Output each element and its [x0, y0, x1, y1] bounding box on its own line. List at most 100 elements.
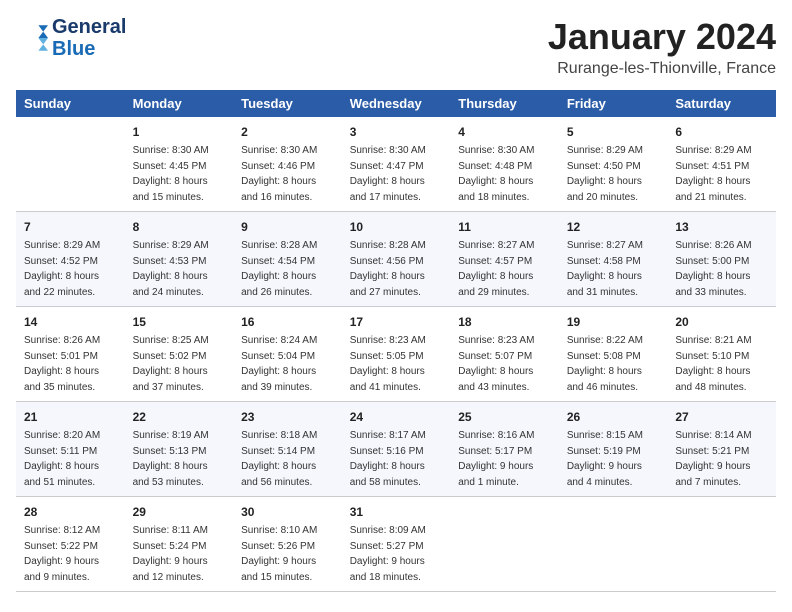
day-number: 24	[350, 408, 443, 426]
header-friday: Friday	[559, 90, 668, 117]
day-number: 26	[567, 408, 660, 426]
day-number: 22	[133, 408, 226, 426]
day-info: Sunrise: 8:29 AMSunset: 4:52 PMDaylight:…	[24, 238, 117, 300]
calendar-cell: 9 Sunrise: 8:28 AMSunset: 4:54 PMDaylight…	[233, 212, 342, 307]
day-number: 9	[241, 218, 334, 236]
day-info: Sunrise: 8:29 AMSunset: 4:51 PMDaylight:…	[675, 143, 768, 205]
header-monday: Monday	[125, 90, 234, 117]
calendar-cell: 22 Sunrise: 8:19 AMSunset: 5:13 PMDayligh…	[125, 402, 234, 497]
day-number: 18	[458, 313, 551, 331]
logo-text: General Blue	[52, 16, 126, 60]
day-number: 5	[567, 123, 660, 141]
day-info: Sunrise: 8:30 AMSunset: 4:46 PMDaylight:…	[241, 143, 334, 205]
calendar-cell: 16 Sunrise: 8:24 AMSunset: 5:04 PMDayligh…	[233, 307, 342, 402]
day-number: 6	[675, 123, 768, 141]
day-number: 1	[133, 123, 226, 141]
day-info: Sunrise: 8:30 AMSunset: 4:48 PMDaylight:…	[458, 143, 551, 205]
day-info: Sunrise: 8:25 AMSunset: 5:02 PMDaylight:…	[133, 333, 226, 395]
day-number: 2	[241, 123, 334, 141]
calendar-cell	[16, 117, 125, 212]
day-info: Sunrise: 8:27 AMSunset: 4:58 PMDaylight:…	[567, 238, 660, 300]
calendar-cell: 28Sunrise: 8:12 AMSunset: 5:22 PMDayligh…	[16, 497, 125, 592]
day-info: Sunrise: 8:09 AMSunset: 5:27 PMDaylight:…	[350, 523, 443, 585]
day-number: 12	[567, 218, 660, 236]
calendar-cell: 27Sunrise: 8:14 AMSunset: 5:21 PMDayligh…	[667, 402, 776, 497]
day-info: Sunrise: 8:12 AMSunset: 5:22 PMDaylight:…	[24, 523, 117, 585]
day-info: Sunrise: 8:24 AMSunset: 5:04 PMDaylight:…	[241, 333, 334, 395]
day-info: Sunrise: 8:11 AMSunset: 5:24 PMDaylight:…	[133, 523, 226, 585]
day-info: Sunrise: 8:18 AMSunset: 5:14 PMDaylight:…	[241, 428, 334, 490]
day-info: Sunrise: 8:15 AMSunset: 5:19 PMDaylight:…	[567, 428, 660, 490]
day-number: 3	[350, 123, 443, 141]
calendar-cell: 12 Sunrise: 8:27 AMSunset: 4:58 PMDayligh…	[559, 212, 668, 307]
day-info: Sunrise: 8:28 AMSunset: 4:56 PMDaylight:…	[350, 238, 443, 300]
day-info: Sunrise: 8:22 AMSunset: 5:08 PMDaylight:…	[567, 333, 660, 395]
calendar-cell: 19 Sunrise: 8:22 AMSunset: 5:08 PMDayligh…	[559, 307, 668, 402]
calendar-cell	[559, 497, 668, 592]
day-number: 7	[24, 218, 117, 236]
calendar-cell: 14 Sunrise: 8:26 AMSunset: 5:01 PMDayligh…	[16, 307, 125, 402]
day-number: 16	[241, 313, 334, 331]
day-info: Sunrise: 8:28 AMSunset: 4:54 PMDaylight:…	[241, 238, 334, 300]
day-number: 11	[458, 218, 551, 236]
header-sunday: Sunday	[16, 90, 125, 117]
calendar-cell: 18 Sunrise: 8:23 AMSunset: 5:07 PMDayligh…	[450, 307, 559, 402]
calendar-cell: 26 Sunrise: 8:15 AMSunset: 5:19 PMDayligh…	[559, 402, 668, 497]
day-info: Sunrise: 8:23 AMSunset: 5:07 PMDaylight:…	[458, 333, 551, 395]
page-header: General Blue January 2024 Rurange-les-Th…	[16, 16, 776, 78]
day-number: 31	[350, 503, 443, 521]
day-number: 29	[133, 503, 226, 521]
calendar-cell: 23 Sunrise: 8:18 AMSunset: 5:14 PMDayligh…	[233, 402, 342, 497]
week-row-1: 1 Sunrise: 8:30 AMSunset: 4:45 PMDaylight…	[16, 117, 776, 212]
calendar-cell: 1 Sunrise: 8:30 AMSunset: 4:45 PMDaylight…	[125, 117, 234, 212]
day-number: 27	[675, 408, 768, 426]
day-info: Sunrise: 8:20 AMSunset: 5:11 PMDaylight:…	[24, 428, 117, 490]
day-info: Sunrise: 8:27 AMSunset: 4:57 PMDaylight:…	[458, 238, 551, 300]
calendar-cell: 29 Sunrise: 8:11 AMSunset: 5:24 PMDayligh…	[125, 497, 234, 592]
calendar-cell: 6 Sunrise: 8:29 AMSunset: 4:51 PMDaylight…	[667, 117, 776, 212]
header-tuesday: Tuesday	[233, 90, 342, 117]
logo-icon	[16, 22, 48, 54]
day-info: Sunrise: 8:30 AMSunset: 4:45 PMDaylight:…	[133, 143, 226, 205]
logo: General Blue	[16, 16, 126, 60]
week-row-5: 28Sunrise: 8:12 AMSunset: 5:22 PMDayligh…	[16, 497, 776, 592]
calendar-cell: 8Sunrise: 8:29 AMSunset: 4:53 PMDaylight…	[125, 212, 234, 307]
calendar-cell: 15 Sunrise: 8:25 AMSunset: 5:02 PMDayligh…	[125, 307, 234, 402]
calendar-cell: 4 Sunrise: 8:30 AMSunset: 4:48 PMDaylight…	[450, 117, 559, 212]
title-block: January 2024 Rurange-les-Thionville, Fra…	[548, 16, 776, 78]
day-info: Sunrise: 8:26 AMSunset: 5:00 PMDaylight:…	[675, 238, 768, 300]
header-wednesday: Wednesday	[342, 90, 451, 117]
calendar-cell: 5 Sunrise: 8:29 AMSunset: 4:50 PMDaylight…	[559, 117, 668, 212]
week-row-4: 21Sunrise: 8:20 AMSunset: 5:11 PMDayligh…	[16, 402, 776, 497]
day-number: 30	[241, 503, 334, 521]
header-thursday: Thursday	[450, 90, 559, 117]
day-info: Sunrise: 8:29 AMSunset: 4:50 PMDaylight:…	[567, 143, 660, 205]
calendar-cell: 31 Sunrise: 8:09 AMSunset: 5:27 PMDayligh…	[342, 497, 451, 592]
day-number: 4	[458, 123, 551, 141]
calendar-cell: 21Sunrise: 8:20 AMSunset: 5:11 PMDayligh…	[16, 402, 125, 497]
month-title: January 2024	[548, 16, 776, 58]
day-info: Sunrise: 8:30 AMSunset: 4:47 PMDaylight:…	[350, 143, 443, 205]
calendar-cell: 24Sunrise: 8:17 AMSunset: 5:16 PMDayligh…	[342, 402, 451, 497]
day-number: 23	[241, 408, 334, 426]
day-number: 14	[24, 313, 117, 331]
day-info: Sunrise: 8:23 AMSunset: 5:05 PMDaylight:…	[350, 333, 443, 395]
calendar-cell: 3 Sunrise: 8:30 AMSunset: 4:47 PMDaylight…	[342, 117, 451, 212]
calendar-cell: 2 Sunrise: 8:30 AMSunset: 4:46 PMDaylight…	[233, 117, 342, 212]
day-info: Sunrise: 8:16 AMSunset: 5:17 PMDaylight:…	[458, 428, 551, 490]
calendar-table: SundayMondayTuesdayWednesdayThursdayFrid…	[16, 90, 776, 592]
calendar-cell: 11 Sunrise: 8:27 AMSunset: 4:57 PMDayligh…	[450, 212, 559, 307]
day-info: Sunrise: 8:29 AMSunset: 4:53 PMDaylight:…	[133, 238, 226, 300]
day-number: 20	[675, 313, 768, 331]
week-row-2: 7 Sunrise: 8:29 AMSunset: 4:52 PMDaylight…	[16, 212, 776, 307]
day-info: Sunrise: 8:26 AMSunset: 5:01 PMDaylight:…	[24, 333, 117, 395]
location: Rurange-les-Thionville, France	[548, 60, 776, 78]
week-row-3: 14 Sunrise: 8:26 AMSunset: 5:01 PMDayligh…	[16, 307, 776, 402]
calendar-cell	[450, 497, 559, 592]
day-info: Sunrise: 8:19 AMSunset: 5:13 PMDaylight:…	[133, 428, 226, 490]
day-number: 15	[133, 313, 226, 331]
calendar-cell	[667, 497, 776, 592]
calendar-header-row: SundayMondayTuesdayWednesdayThursdayFrid…	[16, 90, 776, 117]
day-number: 19	[567, 313, 660, 331]
calendar-cell: 7 Sunrise: 8:29 AMSunset: 4:52 PMDaylight…	[16, 212, 125, 307]
